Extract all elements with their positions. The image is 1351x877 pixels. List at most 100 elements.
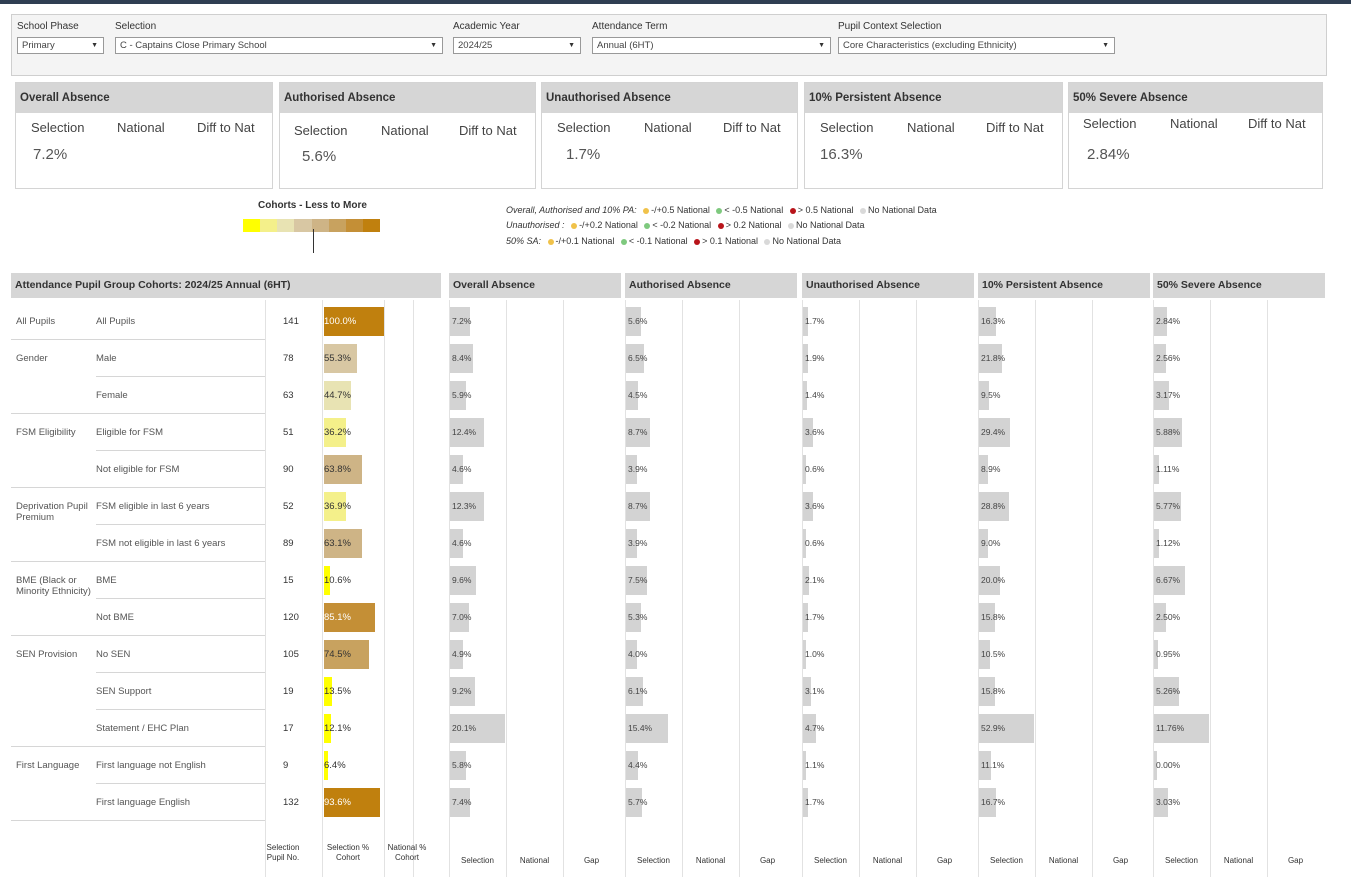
row-subgroup-label: No SEN	[96, 649, 131, 660]
metric-value: 4.6%	[452, 538, 472, 548]
kpi-selection-value: 5.6%	[302, 148, 337, 165]
table-row: Deprivation Pupil Premium FSM eligible in…	[11, 488, 1331, 525]
table-title: Attendance Pupil Group Cohorts: 2024/25 …	[11, 273, 441, 298]
cohort-pct-label: 85.1%	[324, 612, 351, 623]
amber-dot-icon	[547, 238, 554, 245]
table-row: Not BME 120 85.1% 7.0% 5.3% 1.7% 15.8% 2.50%	[11, 599, 1331, 636]
table-row: FSM not eligible in last 6 years 89 63.1% 4…	[11, 525, 1331, 562]
table-row: First Language First language not English…	[11, 747, 1331, 784]
grey-dot-icon	[764, 238, 771, 245]
row-pupil-count: 90	[283, 464, 294, 475]
amber-dot-icon	[643, 207, 650, 214]
red-dot-icon	[789, 207, 796, 214]
academic-year-dropdown[interactable]: 2024/25 ▼	[453, 37, 581, 54]
cohort-pct-label: 10.6%	[324, 575, 351, 586]
metric-value: 1.0%	[805, 649, 825, 659]
kpi-selection-value: 1.7%	[566, 146, 601, 163]
row-group-label: SEN Provision	[16, 649, 78, 660]
school-phase-label: School Phase	[17, 21, 79, 32]
kpi-col-diff: Diff to Nat	[723, 120, 781, 135]
metric-value: 0.00%	[1156, 760, 1181, 770]
attendance-term-dropdown[interactable]: Annual (6HT) ▼	[592, 37, 831, 54]
kpi-col-national: National	[1170, 116, 1218, 131]
metric-value: 1.4%	[805, 390, 825, 400]
footer-gap-label: Gap	[936, 856, 953, 865]
metric-value: 0.95%	[1156, 649, 1181, 659]
metric-value: 9.2%	[452, 686, 472, 696]
metric-header-overall: Overall Absence	[449, 273, 621, 298]
kpi-col-national: National	[907, 120, 955, 135]
green-dot-icon	[716, 207, 723, 214]
row-pupil-count: 52	[283, 501, 294, 512]
metric-value: 20.1%	[452, 723, 477, 733]
cohort-scale-swatch	[345, 219, 363, 232]
metric-value: 7.0%	[452, 612, 472, 622]
metric-value: 8.9%	[981, 464, 1001, 474]
metric-value: 11.1%	[981, 760, 1005, 770]
row-subgroup-label: First language English	[96, 797, 190, 808]
table-row: SEN Provision No SEN 105 74.5% 4.9% 4.0% 1.0% 1…	[11, 636, 1331, 673]
metric-value: 2.56%	[1156, 353, 1181, 363]
footer-selection-label: Selection	[461, 856, 494, 865]
metric-value: 0.6%	[805, 464, 825, 474]
metric-value: 8.4%	[452, 353, 472, 363]
metric-header-unauthorised: Unauthorised Absence	[802, 273, 974, 298]
table-row: First language English 132 93.6% 7.4% 5.7% 1.…	[11, 784, 1331, 821]
row-subgroup-label: FSM not eligible in last 6 years	[96, 538, 226, 549]
kpi-col-selection: Selection	[1083, 116, 1137, 131]
metric-value: 3.9%	[628, 538, 648, 548]
cohort-scale-swatch	[328, 219, 346, 232]
footer-gap-label: Gap	[1287, 856, 1304, 865]
table-row: Female 63 44.7% 5.9% 4.5% 1.4% 9.5% 3.17%	[11, 377, 1331, 414]
row-pupil-count: 15	[283, 575, 294, 586]
amber-dot-icon	[571, 222, 578, 229]
kpi-col-national: National	[644, 120, 692, 135]
kpi-col-diff: Diff to Nat	[1248, 116, 1306, 131]
row-subgroup-label: First language not English	[96, 760, 206, 771]
kpi-col-selection: Selection	[31, 120, 85, 135]
kpi-title: Unauthorised Absence	[542, 83, 797, 113]
cohort-color-scale	[243, 219, 380, 232]
cohort-scale-swatch	[294, 219, 312, 232]
metric-value: 2.84%	[1156, 316, 1181, 326]
metric-value: 5.7%	[628, 797, 648, 807]
metric-value: 0.6%	[805, 538, 825, 548]
pupil-context-dropdown[interactable]: Core Characteristics (excluding Ethnicit…	[838, 37, 1115, 54]
table-row: Statement / EHC Plan 17 12.1% 20.1% 15.4% 4.7…	[11, 710, 1331, 747]
row-subgroup-label: Male	[96, 353, 117, 364]
selection-dropdown[interactable]: C - Captains Close Primary School ▼	[115, 37, 443, 54]
row-subgroup-label: BME	[96, 575, 117, 586]
filter-bar: School Phase Primary ▼ Selection C - Cap…	[11, 14, 1327, 76]
school-phase-dropdown[interactable]: Primary ▼	[17, 37, 104, 54]
footer-national-pct-cohort: National % Cohort	[387, 843, 427, 862]
footer-selection-pct-cohort: Selection % Cohort	[326, 843, 370, 862]
metric-value: 3.6%	[805, 501, 825, 511]
row-pupil-count: 17	[283, 723, 294, 734]
metric-value: 1.9%	[805, 353, 825, 363]
footer-national-label: National	[695, 856, 726, 865]
rag-legend-line-1: Overall, Authorised and 10% PA: -/+0.5 N…	[506, 205, 937, 215]
row-subgroup-label: SEN Support	[96, 686, 152, 697]
metric-value: 6.1%	[628, 686, 648, 696]
red-dot-icon	[694, 238, 701, 245]
kpi-col-selection: Selection	[820, 120, 874, 135]
metric-value: 1.7%	[805, 316, 825, 326]
kpi-overall-absence: Overall Absence Selection National Diff …	[15, 82, 273, 189]
kpi-col-selection: Selection	[294, 123, 348, 138]
metric-value: 15.4%	[628, 723, 653, 733]
chevron-down-icon: ▼	[568, 42, 575, 49]
metric-value: 9.6%	[452, 575, 472, 585]
metric-header-severe: 50% Severe Absence	[1153, 273, 1325, 298]
red-dot-icon	[717, 222, 724, 229]
top-border	[0, 0, 1351, 4]
table-row: Gender Male 78 55.3% 8.4% 6.5% 1.9% 21.8% 2.56%	[11, 340, 1331, 377]
metric-value: 7.2%	[452, 316, 472, 326]
metric-value: 7.4%	[452, 797, 472, 807]
rag-legend-line-3: 50% SA: -/+0.1 National < -0.1 National …	[506, 236, 842, 246]
row-subgroup-label: Eligible for FSM	[96, 427, 164, 438]
metric-value: 2.50%	[1156, 612, 1181, 622]
cohort-pct-label: 100.0%	[324, 316, 357, 327]
metric-value: 1.7%	[805, 797, 825, 807]
metric-value: 29.4%	[981, 427, 1006, 437]
footer-selection-label: Selection	[990, 856, 1023, 865]
